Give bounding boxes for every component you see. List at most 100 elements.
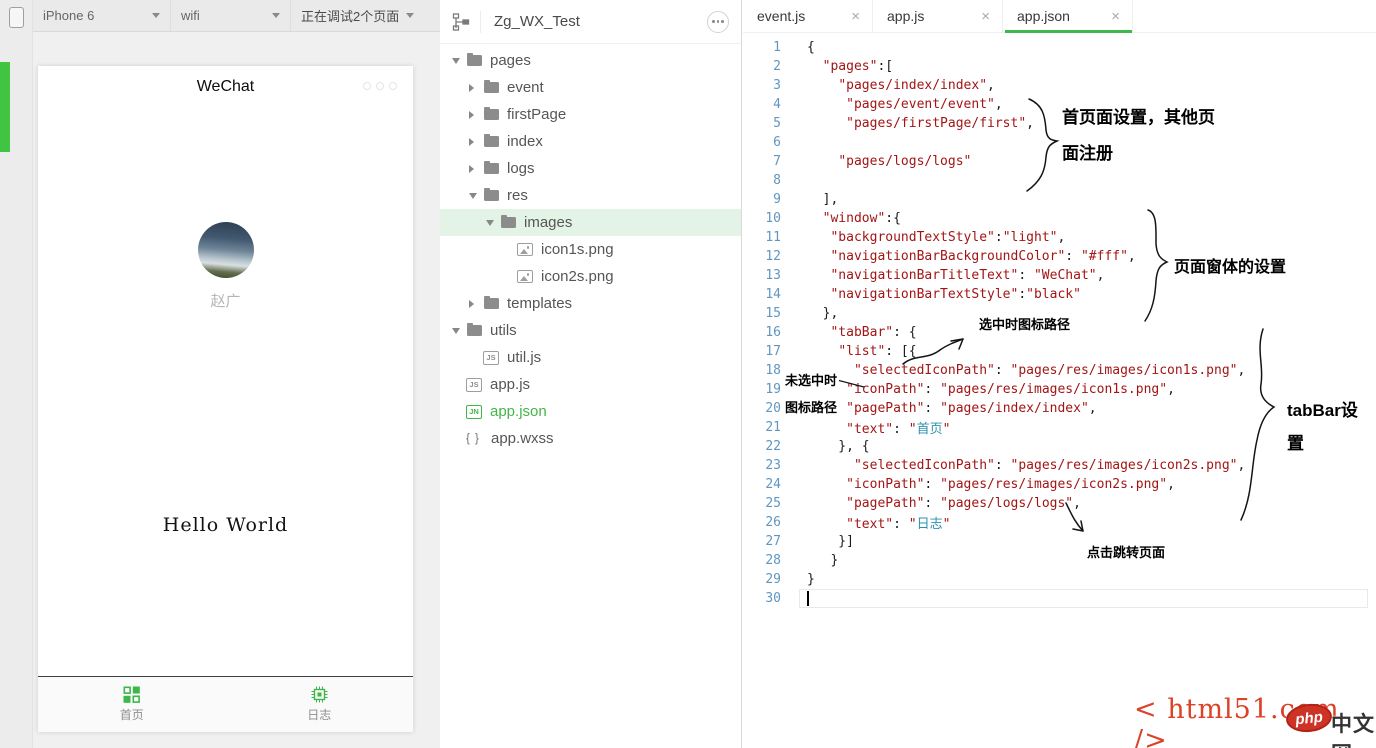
nav-bar-title: WeChat [38,78,413,96]
tree-item-label: event [507,79,544,96]
code-line[interactable]: 26 "text": "日志" [743,513,1376,532]
chevron-right-icon[interactable] [469,84,483,92]
code-line[interactable]: 13 "navigationBarTitleText": "WeChat", [743,266,1376,285]
user-avatar[interactable] [198,222,254,278]
simulator-tab-[interactable]: 日志 [226,677,414,732]
tree-item-pages[interactable]: pages [440,47,741,74]
chevron-right-icon[interactable] [469,111,483,119]
code-line[interactable]: 28 } [743,551,1376,570]
code-line[interactable]: 27 }] [743,532,1376,551]
simulator-toggle-icon[interactable] [9,7,24,28]
chevron-down-icon[interactable] [486,220,500,226]
code-line[interactable]: 4 "pages/event/event", [743,95,1376,114]
simulator-tab-[interactable]: 首页 [38,677,226,732]
code-editor: event.js×app.js×app.json× 1{2 "pages":[3… [743,0,1376,748]
debug-pages-select[interactable]: 正在调试2个页面 [291,0,440,31]
code-line[interactable]: 10 "window":{ [743,209,1376,228]
code-line[interactable]: 5 "pages/firstPage/first", [743,114,1376,133]
simulator-tabbar: 首页日志 [38,676,413,732]
more-options-button[interactable] [707,11,729,33]
tree-item-label: images [524,214,572,231]
chevron-down-icon[interactable] [452,328,466,334]
tree-item-logs[interactable]: logs [440,155,741,182]
tree-item-label: index [507,133,543,150]
tree-item-label: util.js [507,349,541,366]
editor-tab-app-json[interactable]: app.json× [1003,0,1133,32]
code-line[interactable]: 15 }, [743,304,1376,323]
code-text: "pagePath": "pages/logs/logs", [781,496,1081,511]
left-toolbar-rail [0,0,33,748]
line-number: 1 [743,40,781,55]
line-number: 15 [743,306,781,321]
tree-item-event[interactable]: event [440,74,741,101]
close-icon[interactable]: × [1111,8,1120,25]
code-text: "pages/index/index", [781,78,995,93]
code-line[interactable]: 21 "text": "首页" [743,418,1376,437]
close-icon[interactable]: × [981,8,990,25]
code-line[interactable]: 8 [743,171,1376,190]
folder-icon [484,163,499,174]
code-line[interactable]: 9 ], [743,190,1376,209]
project-structure-icon[interactable] [452,11,481,33]
code-line[interactable]: 1{ [743,38,1376,57]
tree-item-util-js[interactable]: JSutil.js [440,344,741,371]
tree-item-images[interactable]: images [440,209,741,236]
code-area[interactable]: 1{2 "pages":[3 "pages/index/index",4 "pa… [743,33,1376,748]
code-line[interactable]: 16 "tabBar": { [743,323,1376,342]
code-line[interactable]: 14 "navigationBarTextStyle":"black" [743,285,1376,304]
explorer-header: Zg_WX_Test [440,0,741,44]
tree-item-app-js[interactable]: JSapp.js [440,371,741,398]
code-line[interactable]: 22 }, { [743,437,1376,456]
code-line[interactable]: 3 "pages/index/index", [743,76,1376,95]
device-select-label: iPhone 6 [43,8,94,23]
line-number: 28 [743,553,781,568]
tree-item-res[interactable]: res [440,182,741,209]
code-line[interactable]: 11 "backgroundTextStyle":"light", [743,228,1376,247]
close-icon[interactable]: × [851,8,860,25]
tree-item-icon1s-png[interactable]: icon1s.png [440,236,741,263]
editor-tab-event-js[interactable]: event.js× [743,0,873,32]
code-line[interactable]: 19 "iconPath": "pages/res/images/icon1s.… [743,380,1376,399]
tree-item-index[interactable]: index [440,128,741,155]
tree-item-app-wxss[interactable]: { }app.wxss [440,425,741,452]
code-line[interactable]: 6 [743,133,1376,152]
file-tree: pages event firstPage index logsres images ico… [440,44,741,452]
line-number: 24 [743,477,781,492]
network-select[interactable]: wifi [171,0,291,31]
tree-item-icon2s-png[interactable]: icon2s.png [440,263,741,290]
code-line[interactable]: 20 "pagePath": "pages/index/index", [743,399,1376,418]
code-line[interactable]: 29} [743,570,1376,589]
js-file-icon: JS [466,378,482,392]
editor-tab-app-js[interactable]: app.js× [873,0,1003,32]
code-line[interactable]: 30 [743,589,1376,608]
chevron-right-icon[interactable] [469,165,483,173]
code-line[interactable]: 17 "list": [{ [743,342,1376,361]
chevron-right-icon[interactable] [469,138,483,146]
chevron-down-icon[interactable] [469,193,483,199]
chevron-down-icon[interactable] [452,58,466,64]
chevron-right-icon[interactable] [469,300,483,308]
code-line[interactable]: 24 "iconPath": "pages/res/images/icon2s.… [743,475,1376,494]
tree-item-utils[interactable]: utils [440,317,741,344]
tree-item-label: firstPage [507,106,566,123]
line-number: 8 [743,173,781,188]
code-line[interactable]: 2 "pages":[ [743,57,1376,76]
folder-icon [484,109,499,120]
code-line[interactable]: 18 "selectedIconPath": "pages/res/images… [743,361,1376,380]
line-number: 3 [743,78,781,93]
code-line[interactable]: 23 "selectedIconPath": "pages/res/images… [743,456,1376,475]
code-line[interactable]: 25 "pagePath": "pages/logs/logs", [743,494,1376,513]
simulator-tab-label: 日志 [307,706,331,723]
device-select[interactable]: iPhone 6 [33,0,171,31]
code-line[interactable]: 7 "pages/logs/logs" [743,152,1376,171]
line-number: 9 [743,192,781,207]
folder-icon [467,55,482,66]
code-text: }, { [781,439,870,454]
tree-item-app-json[interactable]: JNapp.json [440,398,741,425]
tree-item-templates[interactable]: templates [440,290,741,317]
tree-item-firstpage[interactable]: firstPage [440,101,741,128]
code-text: "window":{ [781,211,901,226]
chevron-down-icon [152,13,160,18]
code-line[interactable]: 12 "navigationBarBackgroundColor": "#fff… [743,247,1376,266]
code-text: "selectedIconPath": "pages/res/images/ic… [781,458,1245,473]
